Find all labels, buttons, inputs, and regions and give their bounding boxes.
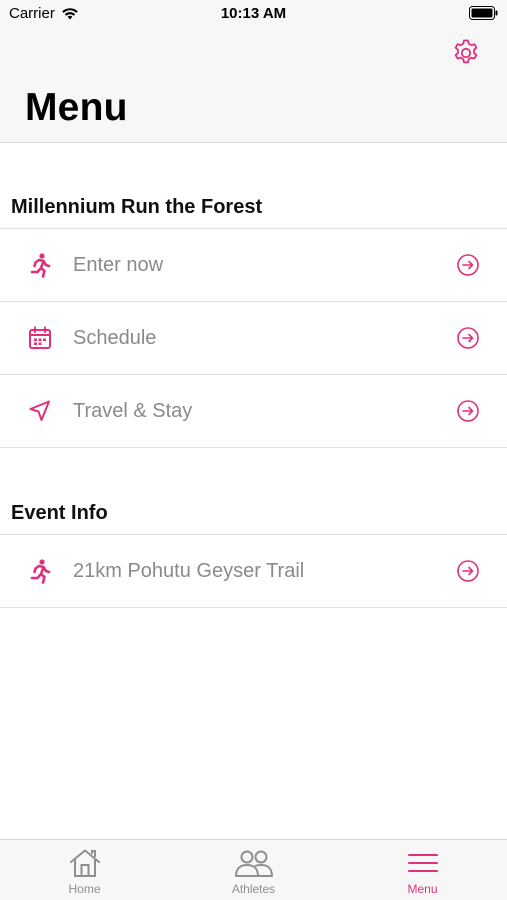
status-bar: Carrier 10:13 AM — [0, 0, 507, 28]
runner-icon — [26, 557, 54, 585]
section-list-event-info: 21km Pohutu Geyser Trail — [0, 534, 507, 608]
section-list-millennium: Enter now Schedule Travel & Stay — [0, 228, 507, 448]
arrow-right-circle-icon — [457, 327, 479, 349]
menu-item-label: Travel & Stay — [73, 399, 193, 422]
menu-item-enter-now[interactable]: Enter now — [0, 229, 507, 302]
tab-bar: Home Athletes Menu — [0, 839, 507, 900]
menu-item-label: 21km Pohutu Geyser Trail — [73, 559, 305, 582]
menu-item-label: Schedule — [73, 326, 157, 349]
menu-item-21km-trail[interactable]: 21km Pohutu Geyser Trail — [0, 535, 507, 608]
tab-label: Athletes — [231, 882, 276, 896]
tab-athletes[interactable]: Athletes — [169, 840, 338, 900]
menu-item-label: Enter now — [73, 253, 164, 276]
section-title-event-info: Event Info — [11, 502, 108, 524]
status-time: 10:13 AM — [220, 5, 287, 22]
tab-home[interactable]: Home — [0, 840, 169, 900]
tab-menu[interactable]: Menu — [338, 840, 507, 900]
menu-item-travel-stay[interactable]: Travel & Stay — [0, 375, 507, 448]
page-title: Menu — [25, 86, 128, 129]
home-icon — [68, 846, 102, 880]
arrow-right-circle-icon — [457, 400, 479, 422]
arrow-right-circle-icon — [457, 560, 479, 582]
tab-label: Home — [68, 882, 101, 896]
navigation-arrow-icon — [26, 397, 54, 425]
calendar-icon — [26, 324, 54, 352]
battery-icon — [469, 6, 498, 20]
gear-icon[interactable] — [451, 38, 481, 68]
arrow-right-circle-icon — [457, 254, 479, 276]
menu-item-schedule[interactable]: Schedule — [0, 302, 507, 375]
people-icon — [233, 846, 275, 880]
menu-icon — [407, 846, 438, 880]
menu-screen: Carrier 10:13 AM Menu Millennium Run the… — [0, 0, 507, 900]
section-title-millennium: Millennium Run the Forest — [11, 196, 263, 218]
navigation-header: Menu — [0, 28, 507, 143]
tab-label: Menu — [407, 882, 438, 896]
runner-icon — [26, 251, 54, 279]
